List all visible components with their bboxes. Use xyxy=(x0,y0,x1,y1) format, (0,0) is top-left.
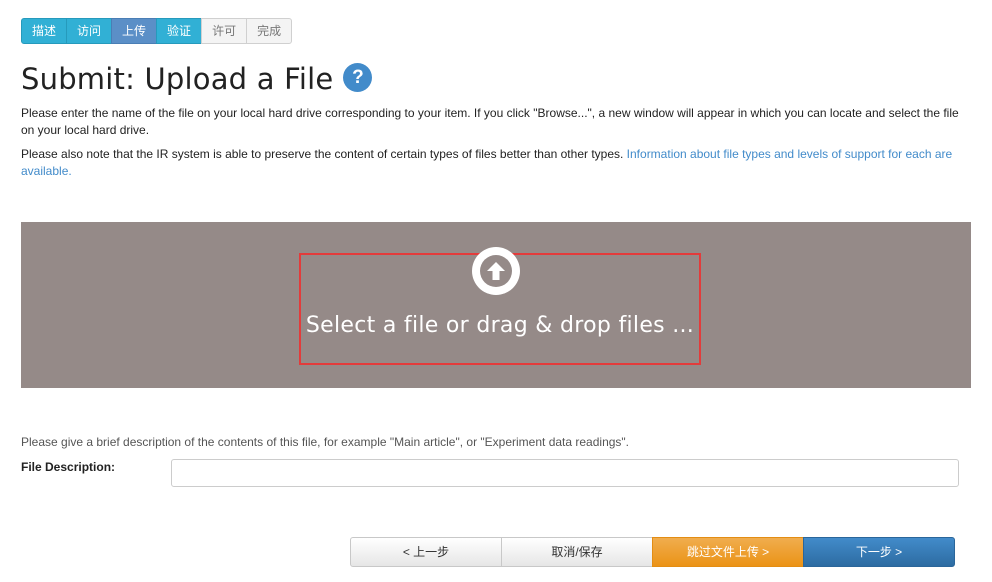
action-buttons: < 上一步 取消/保存 跳过文件上传 > 下一步 > xyxy=(350,537,955,567)
file-types-paragraph: Please also note that the IR system is a… xyxy=(21,146,973,180)
upload-dropzone[interactable]: Select a file or drag & drop files ... xyxy=(21,222,971,388)
step-complete[interactable]: 完成 xyxy=(246,18,293,44)
page-title: Submit: Upload a File xyxy=(21,62,334,96)
instructions-paragraph: Please enter the name of the file on you… xyxy=(21,106,959,137)
progress-steps: 描述 访问 上传 验证 许可 完成 xyxy=(21,18,293,44)
step-verify[interactable]: 验证 xyxy=(156,18,203,44)
step-describe[interactable]: 描述 xyxy=(21,18,68,44)
question-mark-icon[interactable]: ? xyxy=(343,63,373,92)
skip-upload-button[interactable]: 跳过文件上传 > xyxy=(652,537,804,567)
select-file-area[interactable]: Select a file or drag & drop files ... xyxy=(299,247,701,365)
description-hint: Please give a brief description of the c… xyxy=(21,435,630,449)
step-license[interactable]: 许可 xyxy=(201,18,248,44)
select-file-text[interactable]: Select a file or drag & drop files ... xyxy=(301,313,699,338)
next-button[interactable]: 下一步 > xyxy=(803,537,955,567)
page-header: Submit: Upload a File ? xyxy=(21,62,373,96)
file-types-text: Please also note that the IR system is a… xyxy=(21,147,627,161)
file-description-input[interactable] xyxy=(171,459,959,487)
upload-arrow-icon[interactable] xyxy=(472,247,520,295)
previous-button[interactable]: < 上一步 xyxy=(350,537,502,567)
step-upload[interactable]: 上传 xyxy=(111,18,158,44)
file-description-label: File Description: xyxy=(21,460,116,474)
cancel-save-button[interactable]: 取消/保存 xyxy=(501,537,653,567)
step-access[interactable]: 访问 xyxy=(66,18,113,44)
